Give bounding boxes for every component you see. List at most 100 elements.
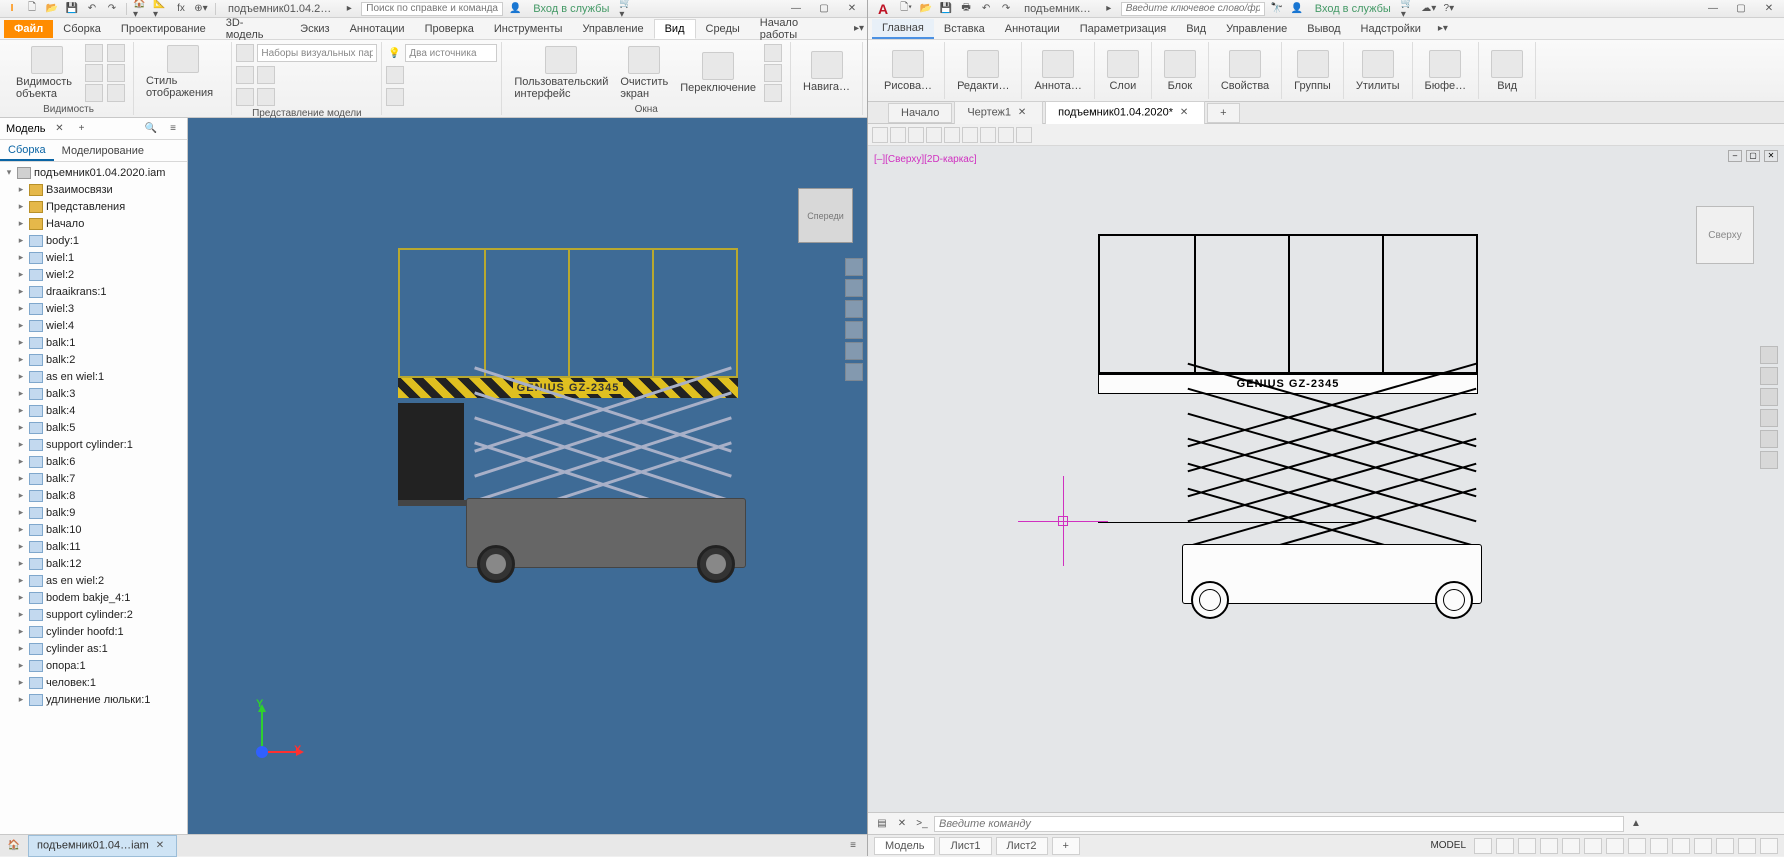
user-interface-button[interactable]: Пользовательский интерфейс (510, 46, 612, 100)
ac-print-icon[interactable]: 🖶 (958, 1, 974, 17)
ac-doc-tab[interactable]: Начало (888, 103, 952, 123)
fullnav-icon[interactable] (845, 342, 863, 360)
ac-search[interactable] (1121, 2, 1265, 16)
ac-new-icon[interactable]: 🗋▾ (898, 1, 914, 17)
status-icon[interactable] (1738, 838, 1756, 854)
ribbon-tab-3D-модель[interactable]: 3D-модель (216, 14, 290, 44)
tree-node[interactable]: ▸Представления (0, 198, 187, 215)
browser-menu-icon[interactable]: ≡ (165, 121, 181, 137)
ac-ribbtn[interactable]: Группы (1290, 50, 1335, 92)
ac-ribbtn[interactable]: Утилиты (1352, 50, 1404, 92)
doc-tab-close-icon[interactable]: ✕ (152, 838, 168, 854)
status-icon[interactable] (1760, 838, 1778, 854)
vis-sm5[interactable] (107, 64, 125, 82)
ac-redo-icon[interactable]: ↷ (998, 1, 1014, 17)
mv1[interactable] (236, 44, 254, 62)
status-icon[interactable] (1606, 838, 1624, 854)
tree-node[interactable]: ▸wiel:2 (0, 266, 187, 283)
status-icon[interactable] (1540, 838, 1558, 854)
tree-node[interactable]: ▸balk:5 (0, 419, 187, 436)
tree-node[interactable]: ▸as en wiel:2 (0, 572, 187, 589)
tree-node[interactable]: ▸balk:12 (0, 555, 187, 572)
tree-node[interactable]: ▸cylinder as:1 (0, 640, 187, 657)
autocad-layer-toolbar[interactable] (868, 124, 1784, 146)
tree-node[interactable]: ▸cylinder hoofd:1 (0, 623, 187, 640)
inventor-viewport[interactable]: Спереди X Y GENIUS GZ-2345 (188, 118, 867, 834)
tree-node[interactable]: ▸опора:1 (0, 657, 187, 674)
ac-ribbon-tab[interactable]: Управление (1216, 20, 1297, 38)
tree-node[interactable]: ▸Взаимосвязи (0, 181, 187, 198)
ac-doc-nav-icon[interactable]: ▸ (1101, 1, 1117, 17)
ribbon-tab-Сборка[interactable]: Сборка (53, 20, 111, 38)
browser-tab[interactable]: Сборка (0, 141, 54, 161)
ac-max-icon[interactable]: ▢ (1730, 1, 1752, 17)
vis-sm1[interactable] (85, 44, 103, 62)
ac-help-icon[interactable]: ?▾ (1441, 1, 1457, 17)
ac-ribbon-tab[interactable]: Аннотации (995, 20, 1070, 38)
doctab-close-icon[interactable]: ✕ (1176, 105, 1192, 121)
ribbon-tab-Вид[interactable]: Вид (654, 19, 696, 39)
switch-button[interactable]: Переключение (676, 52, 760, 94)
tree-node[interactable]: ▸balk:4 (0, 402, 187, 419)
vis-sm3[interactable] (85, 84, 103, 102)
ribbon-tab-Управление[interactable]: Управление (572, 20, 653, 38)
vp-close-icon[interactable]: ✕ (1764, 150, 1778, 162)
tree-node[interactable]: ▸balk:9 (0, 504, 187, 521)
status-icon[interactable] (1628, 838, 1646, 854)
tree-node[interactable]: ▸balk:3 (0, 385, 187, 402)
ac-signin[interactable]: Вход в службы (1315, 3, 1391, 15)
wn1[interactable] (764, 44, 782, 62)
ac-ribbtn[interactable]: Рисова… (880, 50, 936, 92)
tree-node[interactable]: ▸as en wiel:1 (0, 368, 187, 385)
ac-ribbtn[interactable]: Редакти… (953, 50, 1013, 92)
doc-tabs-menu-icon[interactable]: ≡ (845, 838, 861, 854)
lookat-icon[interactable] (845, 321, 863, 339)
ac-navbar[interactable] (1760, 346, 1780, 469)
ac-cloud-icon[interactable]: ☁▾ (1421, 1, 1437, 17)
tree-node[interactable]: ▸wiel:4 (0, 317, 187, 334)
tree-node[interactable]: ▸wiel:3 (0, 300, 187, 317)
layout-tab[interactable]: Модель (874, 837, 935, 855)
wn2[interactable] (764, 64, 782, 82)
status-icon[interactable] (1650, 838, 1668, 854)
ribbon-overflow-icon[interactable]: ▸▾ (851, 21, 867, 37)
vp-min-icon[interactable]: – (1728, 150, 1742, 162)
status-icon[interactable] (1584, 838, 1602, 854)
tree-node[interactable]: ▸balk:10 (0, 521, 187, 538)
status-icon[interactable] (1518, 838, 1536, 854)
viewport-label[interactable]: [–][Сверху][2D-каркас] (874, 154, 977, 165)
ribbon-tab-Проверка[interactable]: Проверка (415, 20, 484, 38)
ac-undo-icon[interactable]: ↶ (978, 1, 994, 17)
vp-max-icon[interactable]: ▢ (1746, 150, 1760, 162)
layout-tab[interactable]: Лист1 (939, 837, 991, 855)
tree-node[interactable]: ▸support cylinder:1 (0, 436, 187, 453)
ac-open-icon[interactable]: 📂 (918, 1, 934, 17)
nav-button[interactable]: Навига… (799, 51, 854, 93)
orbit-icon[interactable] (845, 300, 863, 318)
mv2[interactable] (236, 66, 254, 84)
ac-doc-tab[interactable]: подъемник01.04.2020* ✕ (1045, 101, 1205, 125)
ac-ribbtn[interactable]: Вид (1487, 50, 1527, 92)
command-input[interactable] (934, 816, 1624, 832)
tree-node[interactable]: ▸удлинение люльки:1 (0, 691, 187, 708)
status-icon[interactable] (1496, 838, 1514, 854)
tree-node[interactable]: ▸balk:6 (0, 453, 187, 470)
ac-ribbon-tab[interactable]: Вывод (1297, 20, 1350, 38)
ribbon-tab-Инструменты[interactable]: Инструменты (484, 20, 573, 38)
ac-binoculars-icon[interactable]: 🔭 (1269, 1, 1285, 17)
ac-user-icon[interactable]: 👤 (1289, 1, 1305, 17)
tree-node[interactable]: ▸balk:2 (0, 351, 187, 368)
ac-save-icon[interactable]: 💾 (938, 1, 954, 17)
tree-node[interactable]: ▸balk:7 (0, 470, 187, 487)
status-icon[interactable] (1672, 838, 1690, 854)
light-icon[interactable]: 💡 (386, 45, 402, 61)
browser-close-icon[interactable]: ✕ (51, 121, 67, 137)
home-tab-icon[interactable]: 🏠 (6, 838, 22, 854)
mv3[interactable] (257, 66, 275, 84)
display-style-button[interactable]: Стиль отображения (142, 45, 223, 99)
clear-screen-button[interactable]: Очистить экран (616, 46, 672, 100)
tree-node[interactable]: ▸человек:1 (0, 674, 187, 691)
autocad-viewport[interactable]: [–][Сверху][2D-каркас] –▢✕ Сверху GENIUS… (868, 146, 1784, 812)
status-icon[interactable] (1716, 838, 1734, 854)
tree-node[interactable]: ▸body:1 (0, 232, 187, 249)
